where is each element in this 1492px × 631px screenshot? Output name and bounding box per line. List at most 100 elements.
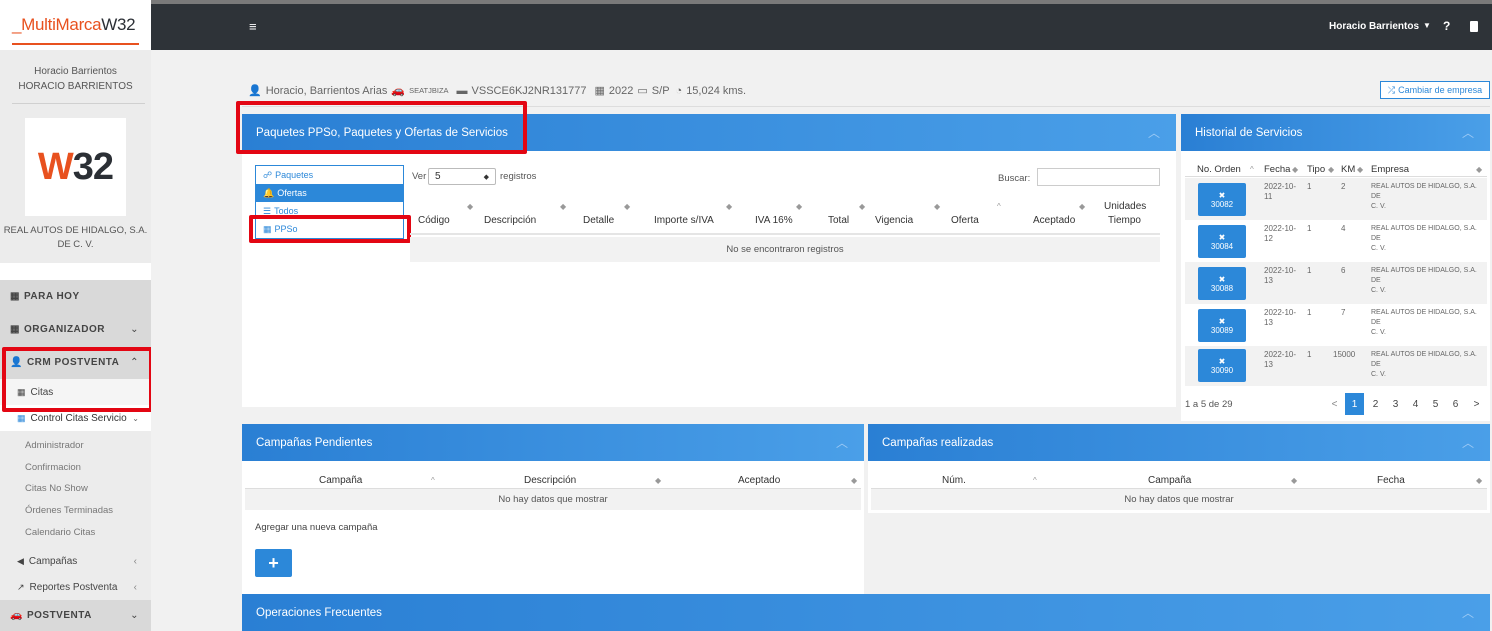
sort-icon: ◆	[726, 202, 733, 211]
col-iva[interactable]: IVA 16%	[755, 215, 793, 226]
col-num[interactable]: Núm.	[942, 475, 966, 486]
order-button[interactable]: ✖ 30084	[1198, 225, 1246, 258]
order-button[interactable]: ✖ 30082	[1198, 183, 1246, 216]
collapse-icon[interactable]: ︿	[1462, 434, 1474, 451]
row-date: 2022-10- 13	[1264, 308, 1297, 327]
order-button[interactable]: ✖ 30090	[1198, 349, 1246, 382]
pagination-page-1[interactable]: 1	[1345, 393, 1364, 415]
col-no-orden[interactable]: No. Orden	[1197, 164, 1241, 175]
highlight-ppso-tab	[249, 215, 411, 243]
nav-para-hoy[interactable]: ▦ PARA HOY	[0, 280, 151, 313]
row-km: 15000	[1333, 350, 1356, 359]
sort-icon: ◆	[467, 202, 474, 211]
col-fecha[interactable]: Fecha	[1377, 475, 1405, 486]
collapse-icon[interactable]: ︿	[836, 434, 848, 451]
search-input[interactable]	[1037, 168, 1160, 186]
nav-postventa[interactable]: 🚗 POSTVENTA ⌄	[0, 600, 151, 631]
tab-ofertas[interactable]: 🔔 Ofertas	[256, 184, 403, 202]
col-detalle[interactable]: Detalle	[583, 215, 614, 226]
col-aceptado[interactable]: Aceptado	[1033, 215, 1075, 226]
vehicle-plate: S/P	[651, 84, 670, 97]
nav-sub-administrador[interactable]: Administrador	[25, 440, 84, 451]
row-type: 1	[1307, 350, 1312, 359]
nav-sub-ordenes-terminadas[interactable]: Órdenes Terminadas	[25, 505, 113, 516]
pagination-info: 1 a 5 de 29	[1185, 399, 1233, 410]
help-button[interactable]: ?	[1443, 19, 1450, 33]
col-vigencia[interactable]: Vigencia	[875, 215, 913, 226]
chevron-left-icon: ‹	[133, 581, 137, 593]
collapse-icon[interactable]: ︿	[1148, 124, 1160, 141]
nav-reportes-postventa[interactable]: ↗ Reportes Postventa ‹	[0, 578, 151, 596]
historial-panel-header: Historial de Servicios ︿	[1181, 114, 1490, 151]
sort-icon: ◆	[1476, 476, 1483, 485]
collapse-icon[interactable]: ︿	[1462, 604, 1474, 621]
pagination-page-2[interactable]: 2	[1366, 393, 1385, 415]
row-company: REAL AUTOS DE HIDALGO, S.A. DE C. V.	[1371, 309, 1477, 336]
tab-paquetes[interactable]: ☍ Paquetes	[256, 166, 403, 184]
pagination-page-6[interactable]: 6	[1446, 393, 1465, 415]
vehicle-info-bar: 👤 Horacio, Barrientos Arias 🚗 SEATJBIZA ▬ V…	[248, 84, 747, 98]
col-empresa[interactable]: Empresa	[1371, 164, 1409, 175]
row-type: 1	[1307, 266, 1312, 275]
user-icon: 👤	[248, 85, 262, 97]
collapse-icon[interactable]: ︿	[1462, 124, 1474, 141]
page-size-select[interactable]: 5 ◆	[428, 168, 496, 185]
col-oferta[interactable]: Oferta	[951, 215, 979, 226]
row-company: REAL AUTOS DE HIDALGO, S.A. DE C. V.	[1371, 183, 1477, 210]
table-row: ✖ 30082 2022-10- 11 1 2 REAL AUTOS DE HIDA…	[1185, 178, 1487, 220]
col-codigo[interactable]: Código	[418, 215, 450, 226]
col-descripcion[interactable]: Descripción	[484, 215, 536, 226]
sort-asc-icon: ^	[1250, 165, 1254, 174]
pagination-page-3[interactable]: 3	[1386, 393, 1405, 415]
nav-organizador[interactable]: ▦ ORGANIZADOR ⌄	[0, 313, 151, 346]
wrench-icon: ✖	[1218, 190, 1226, 200]
nav-campanas[interactable]: ◀ Campañas ‹	[0, 552, 151, 570]
car-icon: 🚗	[10, 610, 23, 621]
col-tipo[interactable]: Tipo	[1307, 164, 1325, 175]
nav-sub-calendario-citas[interactable]: Calendario Citas	[25, 527, 95, 538]
campanas-realizadas-title: Campañas realizadas	[882, 436, 994, 449]
chevron-down-icon: ⌄	[130, 324, 139, 335]
sort-icon: ◆	[1328, 165, 1335, 174]
row-company: REAL AUTOS DE HIDALGO, S.A. DE C. V.	[1371, 267, 1477, 294]
pagination-next[interactable]: >	[1467, 393, 1486, 415]
col-total[interactable]: Total	[828, 215, 849, 226]
col-km[interactable]: KM	[1341, 164, 1355, 175]
wrench-icon: ✖	[1218, 274, 1226, 284]
col-importe[interactable]: Importe s/IVA	[654, 215, 714, 226]
megaphone-icon: ◀	[17, 555, 24, 566]
col-tiempo[interactable]: Tiempo	[1108, 215, 1141, 226]
table-row: ✖ 30090 2022-10- 13 1 15000 REAL AUTOS DE …	[1185, 346, 1487, 386]
menu-toggle-icon[interactable]: ≡	[249, 19, 257, 34]
sitemap-icon: ☍	[263, 169, 273, 180]
campanas-realizadas-header: Campañas realizadas ︿	[868, 424, 1490, 461]
change-company-button[interactable]: ⤮ Cambiar de empresa	[1380, 81, 1490, 99]
sort-icon: ◆	[796, 202, 803, 211]
vehicle-km: 15,024 kms.	[686, 84, 747, 97]
pagination-page-5[interactable]: 5	[1426, 393, 1445, 415]
col-descripcion[interactable]: Descripción	[524, 475, 576, 486]
user-menu[interactable]: Horacio Barrientos ▼	[1329, 21, 1431, 32]
col-campana[interactable]: Campaña	[1148, 475, 1191, 486]
clipboard-icon[interactable]	[1470, 21, 1478, 32]
col-fecha[interactable]: Fecha	[1264, 164, 1290, 175]
col-unidades[interactable]: Unidades	[1104, 201, 1146, 212]
order-button[interactable]: ✖ 30089	[1198, 309, 1246, 342]
sort-icon: ◆	[483, 173, 489, 181]
add-campaign-button[interactable]: +	[255, 549, 292, 577]
pagination-page-4[interactable]: 4	[1406, 393, 1425, 415]
campanas-pendientes-title: Campañas Pendientes	[256, 436, 373, 449]
nav-sub-confirmacion[interactable]: Confirmacion	[25, 462, 81, 473]
nav-sub-citas-no-show[interactable]: Citas No Show	[25, 483, 88, 494]
order-button[interactable]: ✖ 30088	[1198, 267, 1246, 300]
sort-icon: ◆	[624, 202, 631, 211]
operaciones-frecuentes-header: Operaciones Frecuentes ︿	[242, 594, 1490, 631]
sort-icon: ◆	[1079, 202, 1086, 211]
col-aceptado[interactable]: Aceptado	[738, 475, 780, 486]
sort-asc-icon: ^	[1033, 476, 1037, 485]
pagination-prev[interactable]: <	[1325, 393, 1344, 415]
sort-icon: ◆	[851, 476, 858, 485]
wrench-icon: ✖	[1218, 316, 1226, 326]
row-company: REAL AUTOS DE HIDALGO, S.A. DE C. V.	[1371, 225, 1477, 252]
col-campana[interactable]: Campaña	[319, 475, 362, 486]
